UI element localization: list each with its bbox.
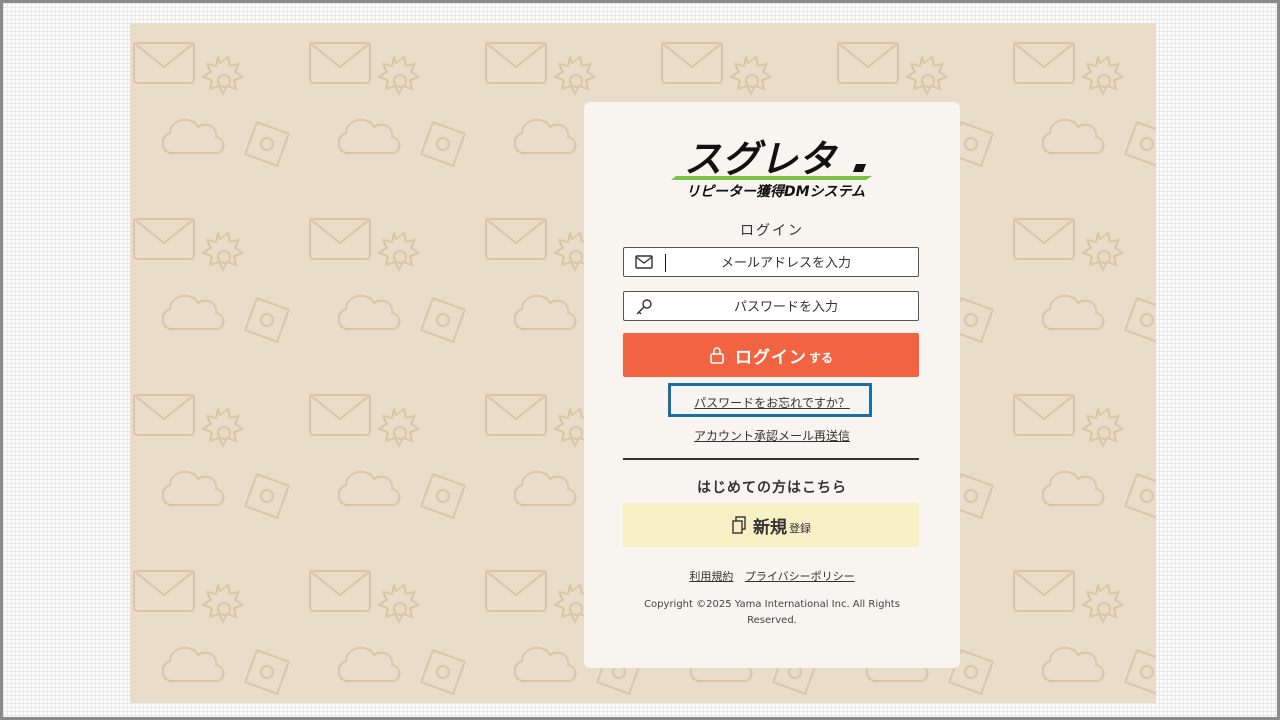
footer-links: 利用規約 プライバシーポリシー <box>584 568 960 584</box>
register-button-label: 新規 <box>753 517 787 538</box>
sugureta-logo: スグレタ リピーター獲得DMシステム <box>668 124 878 204</box>
login-card: スグレタ リピーター獲得DMシステム ログイン メールアドレスを入力 ログイン … <box>584 102 960 668</box>
screenshot-frame: スグレタ リピーター獲得DMシステム ログイン メールアドレスを入力 ログイン … <box>0 0 1280 720</box>
lock-icon <box>710 347 724 364</box>
logo-graphic: スグレタ リピーター獲得DMシステム <box>671 137 872 200</box>
resend-confirmation-link[interactable]: アカウント承認メール再送信 <box>584 427 960 444</box>
first-time-heading: はじめての方はこちら <box>697 480 847 496</box>
page-background: スグレタ リピーター獲得DMシステム ログイン メールアドレスを入力 ログイン … <box>130 23 1156 703</box>
document-copy-icon <box>732 516 746 534</box>
password-field[interactable] <box>623 291 919 322</box>
password-input[interactable] <box>664 292 908 322</box>
envelope-icon <box>635 255 653 269</box>
email-field[interactable] <box>623 247 919 278</box>
login-button[interactable]: ログイン する <box>623 333 919 377</box>
register-button-suffix: 登録 <box>789 521 811 535</box>
logo-tagline: リピーター獲得DMシステム <box>686 183 865 200</box>
terms-link[interactable]: 利用規約 <box>689 570 733 583</box>
key-icon <box>636 299 652 315</box>
forgot-password-link[interactable]: パスワードをお忘れですか？ <box>584 394 960 411</box>
login-button-suffix: する <box>808 351 833 365</box>
login-button-label: ログイン <box>734 347 807 368</box>
logo-title: スグレタ <box>684 137 839 181</box>
login-heading: ログイン <box>740 223 804 239</box>
divider <box>623 458 919 460</box>
email-input[interactable] <box>664 248 908 278</box>
privacy-policy-link[interactable]: プライバシーポリシー <box>745 570 855 583</box>
copyright-text: Copyright ©2025 Yama International Inc. … <box>644 599 900 626</box>
register-button[interactable]: 新規 登録 <box>623 503 919 547</box>
